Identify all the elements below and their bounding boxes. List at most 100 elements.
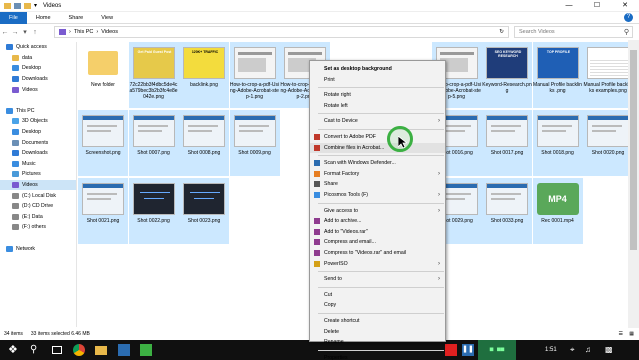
- menu-item[interactable]: Cast to Device ›: [310, 116, 445, 126]
- menu-item[interactable]: Compress to "Videos.rar" and email: [310, 248, 445, 258]
- nav-item[interactable]: 3D Objects: [0, 116, 76, 127]
- file-explorer-icon[interactable]: [95, 346, 107, 355]
- menu-separator: [318, 349, 444, 351]
- address-bar[interactable]: › This PC › Videos ↻: [54, 26, 509, 38]
- nav-item[interactable]: Documents: [0, 137, 76, 148]
- file-item[interactable]: 120K+ TRAFFIC backlink.png: [179, 42, 229, 108]
- file-item[interactable]: Screenshot.png: [78, 110, 128, 176]
- nav-item[interactable]: (C:) Local Disk: [0, 190, 76, 201]
- menu-item[interactable]: Properties: [310, 353, 445, 360]
- file-item[interactable]: Shot 0007.png: [128, 110, 179, 176]
- folder-item[interactable]: New folder: [78, 42, 128, 108]
- network-icon[interactable]: ⌖: [570, 344, 582, 356]
- menu-item[interactable]: Add to "Videos.rar": [310, 227, 445, 237]
- file-item[interactable]: Shot 0033.png: [482, 178, 532, 244]
- chrome-icon[interactable]: [73, 344, 85, 356]
- menu-item[interactable]: Cut: [310, 290, 445, 300]
- file-item[interactable]: Shot 0009.png: [229, 110, 280, 176]
- nav-item[interactable]: Videos: [0, 179, 76, 191]
- file-item[interactable]: Shot 0023.png: [179, 178, 229, 244]
- menu-item[interactable]: Rotate left: [310, 101, 445, 111]
- minimize-button[interactable]: —: [555, 0, 583, 12]
- menu-item[interactable]: Print: [310, 75, 445, 85]
- nav-item[interactable]: Music: [0, 159, 76, 170]
- recent-locations-icon[interactable]: ▾: [20, 28, 30, 36]
- maximize-button[interactable]: ☐: [583, 0, 611, 12]
- menu-item[interactable]: Set as desktop background: [310, 64, 445, 74]
- menu-item[interactable]: Rotate right: [310, 90, 445, 100]
- menu-item[interactable]: Send to ›: [310, 274, 445, 284]
- file-item[interactable]: Shot 0021.png: [78, 178, 128, 244]
- nav-item[interactable]: Network: [0, 243, 76, 254]
- nav-item[interactable]: Pictures: [0, 169, 76, 180]
- menu-item[interactable]: Share: [310, 179, 445, 189]
- menu-item[interactable]: Add to archive...: [310, 216, 445, 226]
- file-item[interactable]: BACKLINKS Manual Profile backlinks exampl…: [583, 42, 633, 108]
- tab-share[interactable]: Share: [60, 12, 93, 24]
- file-item[interactable]: Shot 0018.png: [532, 110, 583, 176]
- nav-item[interactable]: Desktop: [0, 127, 76, 138]
- scrollbar-thumb[interactable]: [630, 50, 637, 250]
- record-icon[interactable]: [445, 344, 457, 356]
- notifications-icon[interactable]: ▩: [605, 344, 617, 356]
- menu-item[interactable]: Copy: [310, 300, 445, 310]
- nav-item[interactable]: (F:) others: [0, 222, 76, 233]
- tab-view[interactable]: View: [92, 12, 122, 24]
- large-icons-view-icon[interactable]: ▦: [629, 331, 634, 337]
- file-item[interactable]: How-to-crop-a-pdf-Using-Adobe-Acrobat-st…: [229, 42, 280, 108]
- search-input[interactable]: Search Videos ⚲: [514, 26, 633, 38]
- menu-item[interactable]: PowerISO ›: [310, 259, 445, 269]
- menu-item[interactable]: Give access to ›: [310, 206, 445, 216]
- menu-item[interactable]: Scan with Windows Defender...: [310, 158, 445, 168]
- nav-item[interactable]: Desktop: [0, 63, 76, 74]
- properties-icon[interactable]: [14, 2, 21, 9]
- breadcrumb-videos[interactable]: Videos: [101, 29, 118, 35]
- file-item[interactable]: Shot 0020.png: [583, 110, 633, 176]
- task-view-icon[interactable]: [52, 346, 62, 354]
- file-item[interactable]: Shot 0008.png: [179, 110, 229, 176]
- app-icon[interactable]: [118, 344, 130, 356]
- tab-file[interactable]: File: [0, 11, 27, 24]
- up-icon[interactable]: ↑: [30, 29, 40, 36]
- file-item[interactable]: Shot 0017.png: [482, 110, 532, 176]
- nav-item[interactable]: Downloads: [0, 74, 76, 85]
- file-item[interactable]: SEO KEYWORD RESEARCH Keyword-Research.png: [482, 42, 532, 108]
- file-item[interactable]: Shot 0022.png: [128, 178, 179, 244]
- refresh-icon[interactable]: ↻: [499, 29, 504, 35]
- menu-item[interactable]: Format Factory ›: [310, 169, 445, 179]
- back-icon[interactable]: ←: [0, 29, 10, 36]
- close-button[interactable]: ✕: [611, 0, 639, 12]
- nav-item[interactable]: (D:) CD Drive: [0, 201, 76, 212]
- menu-item[interactable]: Rename: [310, 337, 445, 347]
- pane-divider[interactable]: [76, 42, 77, 327]
- nav-item[interactable]: (E:) Data: [0, 212, 76, 223]
- volume-icon[interactable]: ♫: [585, 344, 597, 356]
- menu-item[interactable]: Compress and email...: [310, 237, 445, 247]
- breadcrumb-this-pc[interactable]: This PC: [74, 29, 94, 35]
- menu-item[interactable]: Delete: [310, 327, 445, 337]
- pause-icon[interactable]: ❚❚: [462, 344, 474, 356]
- chevron-down-icon[interactable]: ▾: [34, 2, 37, 9]
- nav-item[interactable]: Downloads: [0, 148, 76, 159]
- menu-item[interactable]: Picosmos Tools (F) ›: [310, 190, 445, 200]
- search-icon[interactable]: ⚲: [30, 344, 42, 356]
- forward-icon[interactable]: →: [10, 29, 20, 36]
- menu-item[interactable]: Create shortcut: [310, 316, 445, 326]
- details-view-icon[interactable]: ☰: [619, 331, 623, 337]
- help-icon[interactable]: ?: [624, 13, 633, 22]
- file-item[interactable]: TOP PROFILE Manual Profile backlinks .png: [532, 42, 583, 108]
- system-clock[interactable]: 1:51: [545, 340, 557, 360]
- start-windows-icon[interactable]: ❖: [8, 344, 20, 356]
- file-item[interactable]: Get Paid Guest Post 72c22bb3f4dbc5de4ca57…: [128, 42, 179, 108]
- file-item[interactable]: MP4 Rec 0001.mp4: [532, 178, 583, 244]
- new-folder-icon[interactable]: [24, 2, 31, 9]
- nav-item[interactable]: Quick access: [0, 42, 76, 53]
- submenu-arrow-icon: ›: [438, 260, 440, 267]
- menu-item[interactable]: Combine files in Acrobat...: [310, 142, 445, 153]
- nav-item[interactable]: This PC: [0, 106, 76, 117]
- tab-home[interactable]: Home: [27, 12, 60, 24]
- app-icon[interactable]: [140, 344, 152, 356]
- menu-item[interactable]: Convert to Adobe PDF: [310, 132, 445, 142]
- nav-item[interactable]: data: [0, 53, 76, 64]
- nav-item[interactable]: Videos: [0, 84, 76, 95]
